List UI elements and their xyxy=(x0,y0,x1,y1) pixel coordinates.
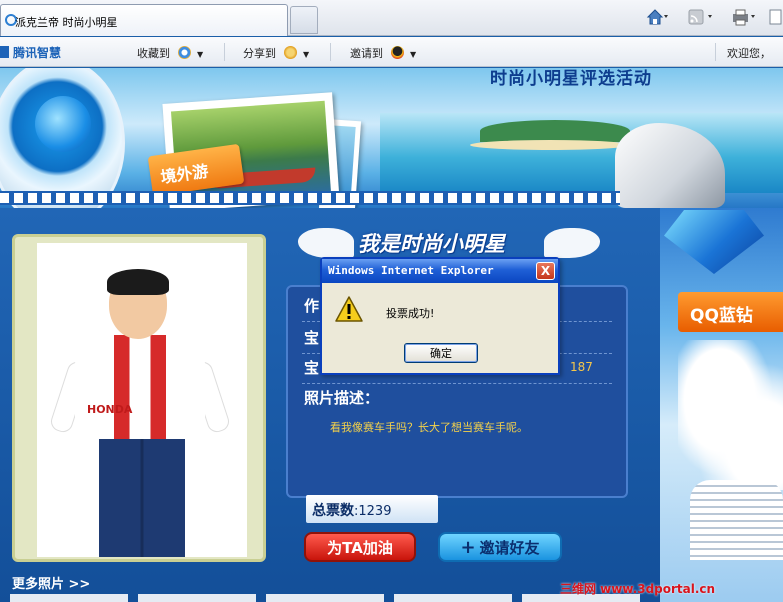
banner-title: 时尚小明星评选活动 xyxy=(490,69,652,89)
toolbar-divider xyxy=(330,43,331,61)
browser-tab-bar: 派克兰帝 时尚小明星 xyxy=(0,0,783,36)
browser-tab[interactable]: 派克兰帝 时尚小明星 xyxy=(0,4,288,36)
photo-figure-hair xyxy=(107,269,169,295)
camera-lens-graphic xyxy=(0,68,125,208)
photo-thumbnails[interactable] xyxy=(10,594,650,602)
sand-graphic xyxy=(470,140,630,150)
share-icon xyxy=(283,46,297,59)
toolbar-divider xyxy=(715,43,716,61)
close-icon: X xyxy=(540,264,551,278)
page-heading: 我是时尚小明星 xyxy=(358,232,505,256)
qq-penguin-icon xyxy=(390,46,404,59)
info-row-author: 作 xyxy=(304,297,320,315)
share-label: 分享到 xyxy=(243,47,276,60)
chevron-down-icon: ▼ xyxy=(197,50,204,59)
total-votes: 总票数:1239 xyxy=(312,500,391,520)
feeds-icon[interactable] xyxy=(688,8,714,26)
total-votes-value: :1239 xyxy=(354,504,392,519)
chevron-down-icon: ▼ xyxy=(410,50,417,59)
invite-friends-label: 邀请好友 xyxy=(479,538,540,557)
tencent-toolbar: 腾讯智慧 收藏到 ▼ 分享到 ▼ 邀请到 ▼ 欢迎您， xyxy=(0,37,783,67)
more-photos-link[interactable]: 更多照片 >> xyxy=(12,573,90,592)
contestant-photo-card: HONDA xyxy=(12,234,266,562)
alert-dialog: Windows Internet Explorer X 投票成功! 确定 xyxy=(320,257,560,375)
info-row-baby-id: 宝 xyxy=(304,359,320,377)
favorite-label: 收藏到 xyxy=(137,47,170,60)
info-row-value: 187 xyxy=(570,360,593,374)
description-label: 照片描述： xyxy=(304,389,380,407)
lens-center xyxy=(35,96,91,152)
photo-figure-jeans xyxy=(99,439,185,557)
row-divider xyxy=(302,383,612,384)
new-tab-button[interactable] xyxy=(290,6,318,34)
wing-left-graphic xyxy=(298,228,354,258)
invite-label: 邀请到 xyxy=(350,47,383,60)
home-icon[interactable] xyxy=(646,8,668,26)
qq-blue-diamond-label: QQ蓝钻 xyxy=(690,306,753,326)
total-votes-box: 总票数:1239 xyxy=(306,495,438,523)
toolbar-divider xyxy=(224,43,225,61)
filmstrip-divider xyxy=(0,191,620,205)
island-graphic xyxy=(480,120,630,142)
overseas-travel-label: 境外游 xyxy=(159,161,210,187)
description-text: 看我像赛车手吗？长大了想当赛车手呢。 xyxy=(330,421,528,434)
vote-button[interactable]: 为TA加油 xyxy=(304,532,416,562)
qq-blue-diamond-banner[interactable]: QQ蓝钻 xyxy=(678,292,783,332)
ok-button[interactable]: 确定 xyxy=(404,343,478,363)
info-row-baby-name: 宝 xyxy=(304,329,320,347)
jacket-print: HONDA xyxy=(87,403,133,416)
tencent-brand-label: 腾讯智慧 xyxy=(13,46,62,60)
dialog-message: 投票成功! xyxy=(386,307,435,320)
warning-icon xyxy=(335,296,363,322)
chevron-down-icon: ▼ xyxy=(303,50,310,59)
invite-friends-button[interactable]: + 邀请好友 xyxy=(438,532,562,562)
campaign-banner: 时尚小明星评选活动 境外游 xyxy=(0,68,783,208)
share-to-button[interactable]: 分享到 ▼ xyxy=(243,45,309,61)
wing-right-graphic xyxy=(544,228,600,258)
invite-to-button[interactable]: 邀请到 ▼ xyxy=(350,45,416,61)
contestant-photo[interactable]: HONDA xyxy=(37,243,247,557)
close-button[interactable]: X xyxy=(536,262,555,280)
building-graphic xyxy=(690,480,783,560)
watermark: 三维网 www.3dportal.cn xyxy=(560,582,716,596)
dialog-title-bar[interactable]: Windows Internet Explorer X xyxy=(322,259,558,283)
total-votes-label: 总票数 xyxy=(312,503,354,519)
plus-icon: + xyxy=(460,536,476,558)
tab-title: 派克兰帝 时尚小明星 xyxy=(15,16,118,29)
tencent-brand[interactable]: 腾讯智慧 xyxy=(0,44,61,61)
photo-figure-jacket xyxy=(75,335,205,439)
welcome-text: 欢迎您， xyxy=(727,47,771,60)
print-icon[interactable] xyxy=(731,8,757,26)
favorite-icon xyxy=(177,46,191,59)
favorite-to-button[interactable]: 收藏到 ▼ xyxy=(137,45,203,61)
blue-diamond-icon xyxy=(664,210,764,274)
tencent-logo-icon xyxy=(0,46,9,58)
clouds-graphic xyxy=(678,340,783,490)
dialog-body: 投票成功! 确定 xyxy=(322,283,558,373)
page-menu-icon[interactable] xyxy=(769,8,783,26)
dialog-title: Windows Internet Explorer xyxy=(328,264,494,277)
